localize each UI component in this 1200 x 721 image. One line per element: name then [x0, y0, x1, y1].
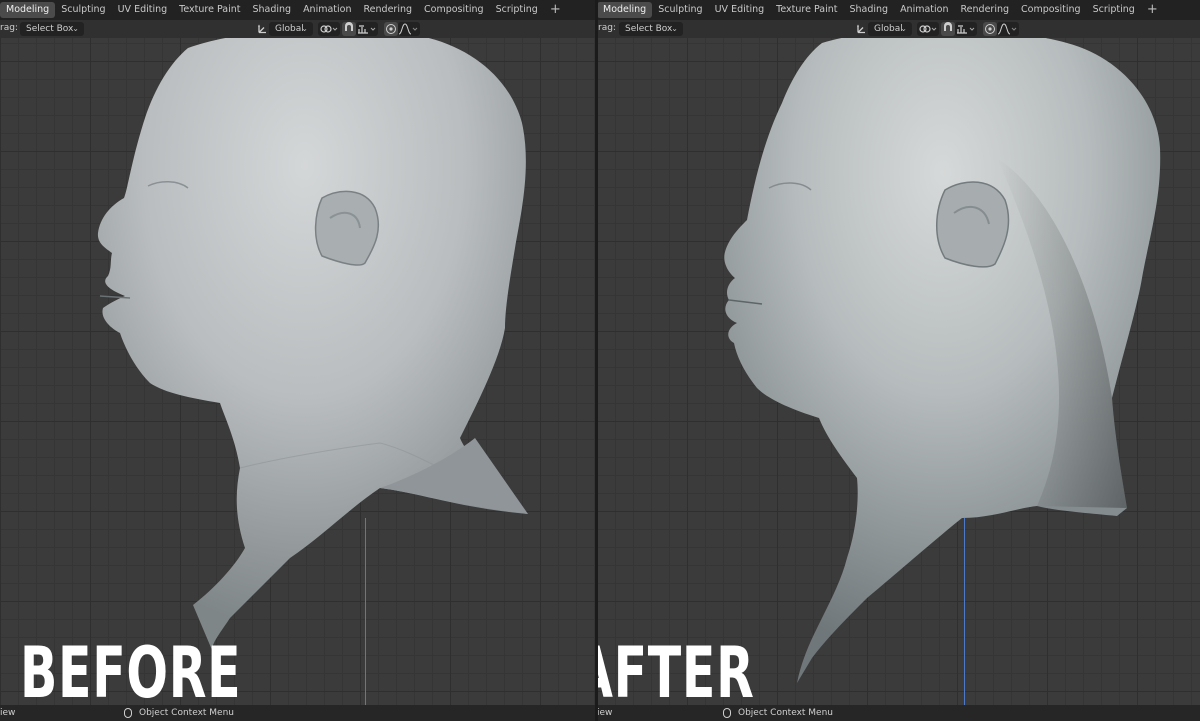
tab-modeling[interactable]: Modeling: [597, 2, 653, 18]
falloff-curve-icon[interactable]: [398, 22, 420, 36]
status-view-label: iew: [0, 708, 16, 718]
mouse-icon: [723, 708, 731, 718]
orientation-value: Global: [275, 24, 304, 34]
chevron-down-icon: ⌄: [72, 24, 79, 33]
before-label: BEFORE: [20, 632, 242, 714]
tab-uv-editing[interactable]: UV Editing: [709, 2, 771, 18]
tab-scripting[interactable]: Scripting: [1087, 2, 1141, 18]
add-workspace-button[interactable]: +: [547, 2, 564, 18]
workspace-tab-bar: Modeling Sculpting UV Editing Texture Pa…: [0, 0, 597, 20]
add-workspace-button[interactable]: +: [1144, 2, 1161, 18]
status-bar: iew Object Context Menu: [597, 705, 1200, 721]
snap-magnet-icon[interactable]: [342, 22, 356, 36]
status-bar: iew Object Context Menu: [0, 705, 597, 721]
orientation-icon[interactable]: [856, 22, 868, 35]
tab-animation[interactable]: Animation: [297, 2, 357, 18]
tab-modeling[interactable]: Modeling: [0, 2, 56, 18]
snap-increment-icon[interactable]: [955, 22, 977, 36]
select-mode-value: Select Box: [26, 24, 74, 34]
select-mode-dropdown[interactable]: Select Box ⌄: [619, 22, 683, 36]
status-context-menu: Object Context Menu: [139, 708, 235, 718]
tab-compositing[interactable]: Compositing: [418, 2, 490, 18]
tab-rendering[interactable]: Rendering: [955, 2, 1016, 18]
snap-link-icon[interactable]: [917, 22, 939, 36]
3d-viewport[interactable]: AFTER: [597, 38, 1200, 714]
snap-link-icon[interactable]: [318, 22, 340, 36]
select-mode-dropdown[interactable]: Select Box ⌄: [20, 22, 84, 36]
status-view-label: iew: [597, 708, 613, 718]
viewport-header: rag: Select Box ⌄ Global ⌄: [597, 20, 1200, 38]
head-mesh: [724, 38, 1161, 683]
orientation-dropdown[interactable]: Global ⌄: [269, 22, 313, 36]
snap-magnet-icon[interactable]: [941, 22, 955, 36]
drag-label: rag:: [598, 23, 616, 33]
orientation-value: Global: [874, 24, 903, 34]
tab-uv-editing[interactable]: UV Editing: [112, 2, 174, 18]
mouse-icon: [124, 708, 132, 718]
3d-viewport[interactable]: BEFORE: [0, 38, 597, 714]
tab-texture-paint[interactable]: Texture Paint: [173, 2, 246, 18]
tab-scripting[interactable]: Scripting: [490, 2, 544, 18]
chevron-down-icon: ⌄: [301, 24, 308, 33]
tab-texture-paint[interactable]: Texture Paint: [770, 2, 843, 18]
after-label: AFTER: [597, 632, 755, 714]
drag-label: rag:: [0, 23, 18, 33]
select-mode-value: Select Box: [625, 24, 673, 34]
tab-sculpting[interactable]: Sculpting: [55, 2, 111, 18]
chevron-down-icon: ⌄: [900, 24, 907, 33]
panel-divider: [595, 0, 598, 721]
falloff-curve-icon[interactable]: [997, 22, 1019, 36]
viewport-panel-after: Modeling Sculpting UV Editing Texture Pa…: [597, 0, 1200, 721]
tab-shading[interactable]: Shading: [843, 2, 894, 18]
tab-sculpting[interactable]: Sculpting: [652, 2, 708, 18]
tab-rendering[interactable]: Rendering: [358, 2, 419, 18]
status-context-menu: Object Context Menu: [738, 708, 834, 718]
viewport-panel-before: Modeling Sculpting UV Editing Texture Pa…: [0, 0, 597, 721]
viewport-header: rag: Select Box ⌄ Global ⌄: [0, 20, 597, 38]
head-mesh: [97, 38, 528, 650]
tab-compositing[interactable]: Compositing: [1015, 2, 1087, 18]
orientation-dropdown[interactable]: Global ⌄: [868, 22, 912, 36]
proportional-edit-icon[interactable]: [983, 22, 997, 36]
snap-increment-icon[interactable]: [356, 22, 378, 36]
chevron-down-icon: ⌄: [671, 24, 678, 33]
tab-shading[interactable]: Shading: [246, 2, 297, 18]
tab-animation[interactable]: Animation: [894, 2, 954, 18]
orientation-icon[interactable]: [257, 22, 269, 35]
workspace-tab-bar: Modeling Sculpting UV Editing Texture Pa…: [597, 0, 1200, 20]
proportional-edit-icon[interactable]: [384, 22, 398, 36]
